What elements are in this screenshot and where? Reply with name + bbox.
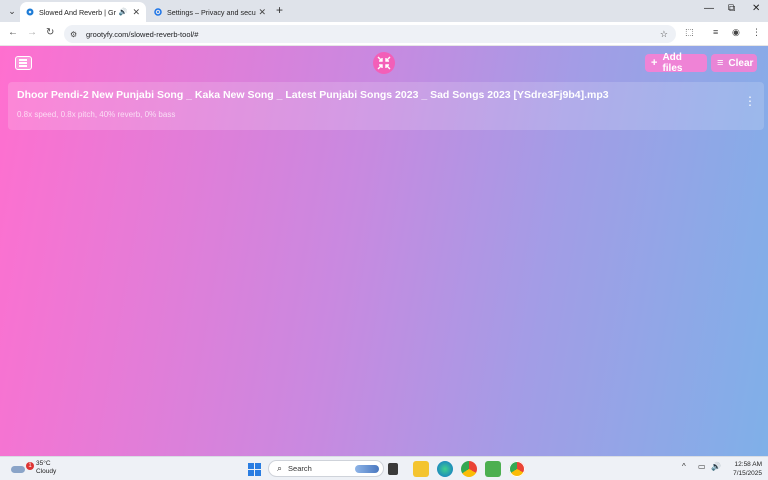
grootyfy-logo-icon[interactable] <box>373 52 395 74</box>
plus-icon: + <box>651 57 658 69</box>
address-bar[interactable]: ⚙ grootyfy.com/slowed-reverb-tool/# ☆ <box>64 25 676 43</box>
taskbar-search[interactable]: ⌕ Search <box>268 460 384 477</box>
restore-button[interactable]: ⧉ <box>728 3 735 14</box>
file-settings: 0.8x speed, 0.8x pitch, 40% reverb, 0% b… <box>17 110 176 119</box>
gear-icon <box>154 8 162 16</box>
search-label: Search <box>288 464 312 473</box>
search-icon: ⌕ <box>277 463 283 473</box>
minimize-button[interactable]: — <box>704 3 714 14</box>
notification-badge: 1 <box>26 462 34 470</box>
tab-title: Settings – Privacy and security <box>167 7 257 17</box>
back-arrow-icon[interactable]: ← <box>8 27 18 38</box>
clear-list-icon: ≡ <box>717 57 724 69</box>
url-text[interactable]: grootyfy.com/slowed-reverb-tool/# <box>86 30 660 39</box>
file-options-icon[interactable]: ⋮ <box>744 95 756 107</box>
tab-settings[interactable]: Settings – Privacy and security ✕ <box>148 2 272 22</box>
speaker-icon[interactable]: 🔊 <box>119 8 128 16</box>
chrome-profile-icon[interactable] <box>461 461 477 477</box>
more-menu-icon[interactable]: ⋮ <box>752 27 761 38</box>
clear-button[interactable]: ≡ Clear <box>711 54 757 72</box>
extensions-icon[interactable]: ⬚ <box>685 27 694 38</box>
app-page: + Add files ≡ Clear Dhoor Pendi-2 New Pu… <box>0 46 768 456</box>
taskbar: 1 35°C Cloudy ⌕ Search ^ ▭ 🔊 12:58 AM 7/… <box>0 456 768 480</box>
add-files-button[interactable]: + Add files <box>645 52 707 74</box>
close-window-button[interactable]: ✕ <box>752 3 760 14</box>
tab-slowed-reverb[interactable]: Slowed And Reverb | Groot 🔊 ✕ <box>20 2 146 22</box>
clear-label: Clear <box>728 57 754 69</box>
tab-title: Slowed And Reverb | Groot <box>39 7 116 17</box>
chrome-icon[interactable] <box>509 461 525 477</box>
windows-start-icon[interactable] <box>246 461 262 477</box>
site-info-icon[interactable]: ⚙ <box>70 30 80 39</box>
clock[interactable]: 12:58 AM 7/15/2025 <box>724 460 762 478</box>
weather-desc: Cloudy <box>36 468 57 475</box>
app-launcher-icon[interactable] <box>485 461 501 477</box>
file-item[interactable]: Dhoor Pendi-2 New Punjabi Song _ Kaka Ne… <box>8 82 764 130</box>
list-icon[interactable] <box>15 56 32 70</box>
file-name: Dhoor Pendi-2 New Punjabi Song _ Kaka Ne… <box>17 89 609 101</box>
bookmark-star-icon[interactable]: ☆ <box>660 29 668 40</box>
tab-strip: ⌄ Slowed And Reverb | Groot 🔊 ✕ Settings… <box>0 0 768 22</box>
new-tab-button[interactable]: + <box>276 3 283 17</box>
forward-arrow-icon[interactable]: → <box>27 27 37 38</box>
close-tab-icon[interactable]: ✕ <box>258 7 266 18</box>
reload-icon[interactable]: ↻ <box>46 27 54 38</box>
date: 7/15/2025 <box>733 470 762 477</box>
browser-toolbar: ← → ↻ ⚙ grootyfy.com/slowed-reverb-tool/… <box>0 22 768 46</box>
chevron-up-icon[interactable]: ^ <box>682 462 686 471</box>
grootyfy-favicon-icon <box>26 8 34 16</box>
search-highlight-icon <box>355 464 379 473</box>
profile-icon[interactable]: ◉ <box>732 27 740 38</box>
edge-browser-icon[interactable] <box>437 461 453 477</box>
volume-icon[interactable]: 🔊 <box>711 462 721 471</box>
weather-widget[interactable]: 1 35°C Cloudy <box>10 460 56 476</box>
time: 12:58 AM <box>734 461 762 468</box>
close-tab-icon[interactable]: ✕ <box>132 7 140 18</box>
media-controls-icon[interactable]: ≡ <box>713 27 718 37</box>
task-view-icon[interactable] <box>388 463 398 475</box>
add-files-label: Add files <box>662 52 683 74</box>
tab-search-icon[interactable]: ⌄ <box>4 3 20 19</box>
network-icon[interactable]: ▭ <box>698 462 706 471</box>
file-explorer-icon[interactable] <box>413 461 429 477</box>
weather-temp: 35°C <box>36 460 51 467</box>
cloud-icon <box>10 462 26 474</box>
